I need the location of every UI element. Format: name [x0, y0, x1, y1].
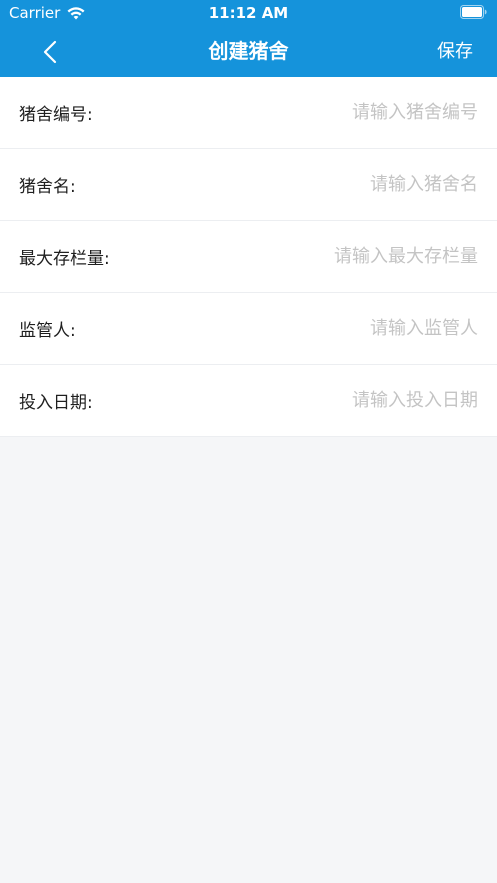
status-bar: Carrier 11:12 AM — [0, 0, 497, 26]
max-capacity-label: 最大存栏量: — [19, 249, 110, 269]
save-button[interactable]: 保存 — [437, 26, 473, 77]
pigsty-name-input[interactable] — [238, 174, 478, 195]
form-row-max-capacity[interactable]: 最大存栏量: — [0, 221, 497, 293]
battery-icon — [460, 5, 487, 19]
form-row-pigsty-number[interactable]: 猪舍编号: — [0, 77, 497, 149]
pigsty-name-label: 猪舍名: — [19, 177, 76, 197]
navigation-bar: 创建猪舍 保存 — [0, 26, 497, 77]
form-row-supervisor[interactable]: 监管人: — [0, 293, 497, 365]
start-date-label: 投入日期: — [19, 393, 93, 413]
form-row-start-date[interactable]: 投入日期: — [0, 365, 497, 437]
chevron-left-icon — [43, 40, 57, 64]
supervisor-label: 监管人: — [19, 321, 76, 341]
page-title: 创建猪舍 — [208, 39, 289, 63]
pigsty-number-label: 猪舍编号: — [19, 105, 93, 125]
create-pigsty-form: 猪舍编号: 猪舍名: 最大存栏量: 监管人: 投入日期: — [0, 77, 497, 437]
status-time: 11:12 AM — [208, 4, 289, 22]
start-date-input[interactable] — [238, 390, 478, 411]
form-row-pigsty-name[interactable]: 猪舍名: — [0, 149, 497, 221]
back-button[interactable] — [30, 32, 70, 72]
supervisor-input[interactable] — [238, 318, 478, 339]
max-capacity-input[interactable] — [238, 246, 478, 267]
pigsty-number-input[interactable] — [238, 102, 478, 123]
app-header: Carrier 11:12 AM 创建猪舍 保存 — [0, 0, 497, 77]
